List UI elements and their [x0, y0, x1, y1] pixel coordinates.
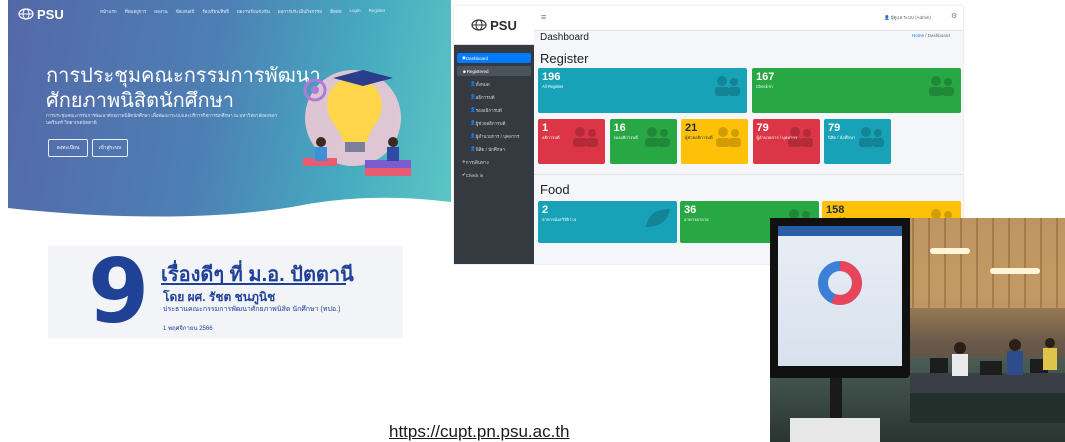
stat-box[interactable]: 196 All Register	[538, 68, 747, 113]
hero-logo[interactable]: PSU	[18, 6, 64, 22]
photo-screen-header	[778, 226, 902, 236]
users-icon	[715, 76, 740, 96]
news-banner: 9 เรื่องดีๆ ที่ ม.อ. ปัตตานี โดย ผศ. รัช…	[48, 246, 403, 338]
sidebar-item-label: ผู้ช่วยอธิการบดี	[475, 120, 506, 126]
photo-stand-base	[790, 418, 880, 442]
hero-description: การประชุมคณะกรรมการพัฒนาศักยภาพนิสิตนักศ…	[46, 113, 278, 125]
lightbulb-illustration-icon	[303, 70, 411, 176]
dashboard-brand-text: PSU	[490, 17, 517, 33]
globe-logo-icon	[18, 8, 34, 20]
sidebar-item-label: ทั้งหมด	[475, 81, 490, 87]
stat-box[interactable]: 1 อธิการบดี	[538, 119, 605, 164]
sidebar-item[interactable]: 👤 อธิการบดี	[457, 92, 531, 102]
user-icon	[644, 127, 670, 147]
sidebar-item[interactable]: 👤 ผู้ช่วยอธิการบดี	[457, 118, 531, 128]
stat-box[interactable]: 21 ผู้ช่วยอธิการบดี	[681, 119, 748, 164]
page-title: Dashboard	[540, 32, 589, 43]
user-menu[interactable]: 👤 ผู้ดูแล ระบบ (Admin)	[884, 14, 931, 21]
register-button[interactable]: ลงทะเบียน	[48, 139, 88, 157]
register-section-title: Register	[540, 51, 589, 66]
user-icon	[573, 127, 598, 147]
hero-menu-login[interactable]: Login	[350, 8, 361, 15]
stat-box[interactable]: 79 ผู้อำนวยการ / บุคลากร	[752, 119, 820, 164]
sidebar-item[interactable]: 👤 รองอธิการบดี	[457, 105, 531, 115]
sidebar-item[interactable]: ✔ Check in	[457, 170, 531, 180]
section-divider	[534, 174, 963, 175]
breadcrumb: Home / Dashboard	[912, 33, 950, 38]
sidebar-item-label: Check in	[465, 172, 484, 178]
stat-box[interactable]: 16 รองอธิการบดี	[609, 119, 677, 164]
banner-date: 1 พฤศจิกายน 2566	[163, 326, 213, 332]
stat-box[interactable]: 167 Check-in	[752, 68, 961, 113]
user-icon	[787, 127, 813, 147]
sidebar-item-label: นิสิต / นักศึกษา	[475, 146, 505, 152]
banner-underline	[161, 283, 346, 285]
user-icon	[716, 127, 741, 147]
hero-menu-item[interactable]: ผลการประเมินกิจกรรม	[278, 8, 322, 15]
sidebar-item[interactable]: 👤 ทั้งหมด	[457, 79, 531, 89]
settings-icon[interactable]: ⚙	[951, 12, 957, 20]
donut-chart-icon	[818, 261, 862, 305]
sidebar-item-label: อธิการบดี	[475, 94, 495, 100]
dashboard-brand[interactable]: PSU	[454, 6, 534, 45]
sidebar-item-label: การเดินทาง	[465, 159, 489, 165]
sidebar-item-label: Dashboard	[465, 55, 488, 61]
banner-title: เรื่องดีๆ ที่ ม.อ. ปัตตานี	[161, 264, 354, 286]
stat-box[interactable]: 2 อาหารมังสวิรัติ / เจ	[538, 201, 677, 243]
photo-ceiling-light	[930, 248, 970, 254]
website-hero-screenshot: PSU หน้าแรก ที่พบอยู่การ ผลงาน ข้อเสนอปี…	[8, 0, 451, 220]
banner-author-role: ประธานคณะกรรมการพัฒนาศักยภาพนิสิต นักศึก…	[163, 306, 341, 313]
hero-menu-item[interactable]: ร้องเรียน/สิทธิ	[202, 8, 229, 15]
hero-navbar: PSU หน้าแรก ที่พบอยู่การ ผลงาน ข้อเสนอปี…	[8, 0, 451, 28]
website-url-link[interactable]: https://cupt.pn.psu.ac.th	[389, 422, 570, 442]
hero-menu-item[interactable]: ติดต่อ	[330, 8, 341, 15]
stat-box[interactable]: 79 นิสิต / นักศึกษา	[824, 119, 891, 164]
sidebar-item-label: รองอธิการบดี	[475, 107, 502, 113]
sidebar-item[interactable]: 👤 นิสิต / นักศึกษา	[457, 144, 531, 154]
hero-menu-item[interactable]: หน้าแรก	[100, 8, 117, 15]
breadcrumb-home-link[interactable]: Home	[912, 33, 924, 38]
globe-logo-icon	[471, 19, 487, 31]
banner-number: 9	[88, 246, 150, 338]
event-photo	[770, 218, 1065, 442]
hero-menu-item[interactable]: ที่พบอยู่การ	[125, 8, 147, 15]
photo-people-at-desks	[910, 338, 1065, 423]
users-icon	[929, 76, 954, 96]
food-section-title: Food	[540, 182, 570, 197]
user-icon	[859, 127, 884, 147]
hero-menu: หน้าแรก ที่พบอยู่การ ผลงาน ข้อเสนอปี ร้อ…	[100, 8, 385, 15]
hero-wave-divider	[8, 197, 451, 220]
user-name: ผู้ดูแล ระบบ (Admin)	[890, 15, 931, 20]
hero-menu-item[interactable]: ข้อเสนอปี	[176, 8, 195, 15]
hero-menu-register[interactable]: Register	[369, 8, 386, 15]
sidebar-item[interactable]: ◉ Dashboard	[457, 53, 531, 63]
photo-ceiling-light	[990, 268, 1040, 274]
login-button[interactable]: เข้าสู่ระบบ	[92, 139, 128, 157]
sidebar-item[interactable]: 👤 ผู้อำนวยการ / บุคลากร	[457, 131, 531, 141]
sidebar-item-label: Registered	[466, 68, 489, 74]
hero-menu-item[interactable]: ผลงานรับแข่งขัน	[237, 8, 270, 15]
sidebar-item[interactable]: ☻ Registered	[457, 66, 531, 76]
hero-menu-item[interactable]: ผลงาน	[154, 8, 167, 15]
user-icon: 👤	[884, 15, 890, 20]
sidebar-item[interactable]: ✈ การเดินทาง	[457, 157, 531, 167]
leaf-icon	[646, 209, 670, 227]
hero-logo-text: PSU	[37, 6, 64, 22]
breadcrumb-current: / Dashboard	[925, 33, 950, 38]
hamburger-menu-icon[interactable]: ≡	[541, 12, 546, 22]
sidebar-item-label: ผู้อำนวยการ / บุคลากร	[475, 133, 520, 139]
